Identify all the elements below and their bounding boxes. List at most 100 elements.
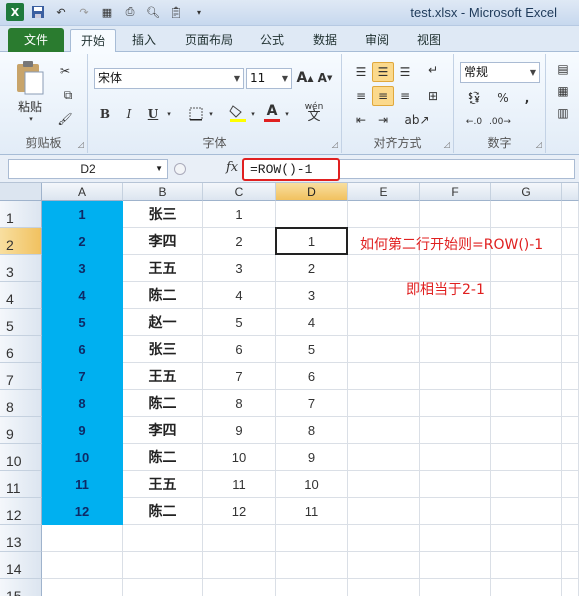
grow-font-icon[interactable]: A ▲ [296,68,314,88]
cell-a7[interactable]: 7 [42,363,123,390]
cell-d2[interactable]: 1 [276,228,348,255]
border-icon[interactable] [186,104,206,124]
format-painter-icon[interactable]: 🖌︎ [56,110,74,128]
column-header-a[interactable]: A [42,183,123,201]
increase-indent-icon[interactable]: ⇥ [372,110,394,130]
excel-logo-icon[interactable]: X [6,3,24,21]
cell-d9[interactable]: 8 [276,417,348,444]
cell-a8[interactable]: 8 [42,390,123,417]
cell-g9[interactable] [491,417,562,444]
cell-f10[interactable] [420,444,491,471]
border-dropdown-icon[interactable]: ▾ [206,104,216,124]
cell-b1[interactable]: 张三 [123,201,203,228]
cell-b15[interactable] [123,579,203,596]
cell-e7[interactable] [348,363,420,390]
cell-g6[interactable] [491,336,562,363]
column-header-b[interactable]: B [123,183,203,201]
conditional-format-icon[interactable]: ▤ [552,60,574,78]
align-bottom-icon[interactable]: ☰ [394,62,416,82]
cell-g4[interactable] [491,282,562,309]
row-header[interactable]: 3 [0,255,42,282]
row-header[interactable]: 5 [0,309,42,336]
cell-c15[interactable] [203,579,276,596]
cell-b5[interactable]: 赵一 [123,309,203,336]
row-header[interactable]: 6 [0,336,42,363]
row-header[interactable]: 10 [0,444,42,471]
cell-e8[interactable] [348,390,420,417]
cell-c5[interactable]: 5 [203,309,276,336]
cell-f7[interactable] [420,363,491,390]
row-header[interactable]: 4 [0,282,42,309]
cell-g14[interactable] [491,552,562,579]
cell-f1[interactable] [420,201,491,228]
cell-e3[interactable] [348,255,420,282]
cancel-formula-icon[interactable] [174,163,186,175]
cell-c10[interactable]: 10 [203,444,276,471]
cell-f3[interactable] [420,255,491,282]
cell-c13[interactable] [203,525,276,552]
cell-f14[interactable] [420,552,491,579]
cell-b13[interactable] [123,525,203,552]
cell-e11[interactable] [348,471,420,498]
cell-g12[interactable] [491,498,562,525]
cell-e15[interactable] [348,579,420,596]
cell-c8[interactable]: 8 [203,390,276,417]
cell-b6[interactable]: 张三 [123,336,203,363]
cell-d13[interactable] [276,525,348,552]
font-launcher-icon[interactable]: ◿ [332,140,338,149]
cell-g3[interactable] [491,255,562,282]
cell-overflow[interactable] [562,255,579,282]
align-right-icon[interactable]: ≡ [394,86,416,106]
format-table-icon[interactable]: ▦ [552,82,574,100]
shrink-font-icon[interactable]: A ▼ [316,68,334,88]
cell-f11[interactable] [420,471,491,498]
currency-icon[interactable]: 💱︎ [462,88,486,108]
paste-button[interactable]: 粘贴 [8,98,52,114]
italic-button[interactable]: I [120,104,138,124]
cell-f15[interactable] [420,579,491,596]
cell-styles-icon[interactable]: ▥ [552,104,574,122]
cell-overflow[interactable] [562,282,579,309]
cell-overflow[interactable] [562,390,579,417]
comma-button[interactable]: , [518,88,536,108]
decrease-indent-icon[interactable]: ⇤ [350,110,372,130]
table-icon[interactable]: ▦ [98,3,116,21]
cell-e9[interactable] [348,417,420,444]
cell-c4[interactable]: 4 [203,282,276,309]
cell-b10[interactable]: 陈二 [123,444,203,471]
underline-button[interactable]: U [144,104,162,124]
row-header[interactable]: 14 [0,552,42,579]
cell-d4[interactable]: 3 [276,282,348,309]
number-launcher-icon[interactable]: ◿ [536,140,542,149]
cell-g11[interactable] [491,471,562,498]
paste-dropdown-icon[interactable]: ▾ [26,114,36,124]
cell-b9[interactable]: 李四 [123,417,203,444]
cell-d15[interactable] [276,579,348,596]
cell-e6[interactable] [348,336,420,363]
find-icon[interactable]: 🔍︎ [144,3,162,21]
number-format-select[interactable]: 常规 ▼ [460,62,540,83]
formula-input[interactable]: =ROW()-1 [242,158,340,181]
align-middle-icon[interactable]: ☰ [372,62,394,82]
formula-input-extension[interactable] [340,159,575,179]
cell-a12[interactable]: 12 [42,498,123,525]
customize-qat-icon[interactable]: ▾ [190,3,208,21]
cell-overflow[interactable] [562,444,579,471]
cell-d8[interactable]: 7 [276,390,348,417]
font-color-icon[interactable]: A [262,100,282,124]
cell-f12[interactable] [420,498,491,525]
tab-home[interactable]: 开始 [70,29,117,53]
cell-overflow[interactable] [562,552,579,579]
tab-view[interactable]: 视图 [407,29,451,51]
cell-c7[interactable]: 7 [203,363,276,390]
cell-e14[interactable] [348,552,420,579]
cell-e12[interactable] [348,498,420,525]
cell-a3[interactable]: 3 [42,255,123,282]
cell-g13[interactable] [491,525,562,552]
redo-icon[interactable]: ↷ [75,3,93,21]
cell-b4[interactable]: 陈二 [123,282,203,309]
cell-overflow[interactable] [562,417,579,444]
fill-color-icon[interactable] [228,102,248,124]
cell-e1[interactable] [348,201,420,228]
row-header[interactable]: 9 [0,417,42,444]
